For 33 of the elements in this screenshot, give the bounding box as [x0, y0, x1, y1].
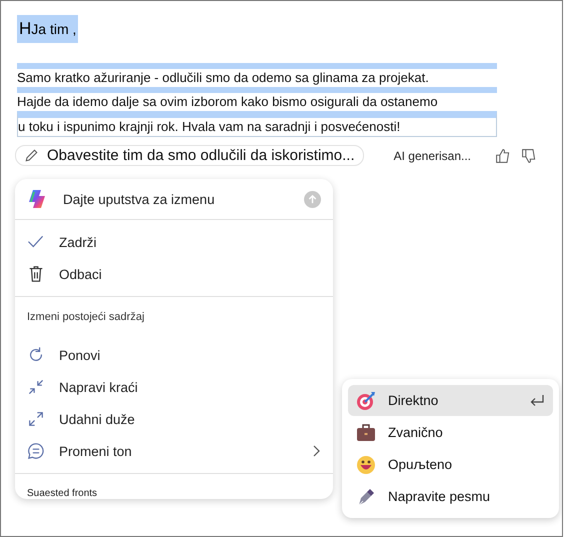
- tone-option[interactable]: Napravite pesmu: [348, 481, 553, 512]
- menu-item[interactable]: Odbaci: [15, 258, 333, 290]
- tone-option[interactable]: Opuљteno: [348, 449, 553, 480]
- prompt-chip[interactable]: Obavestite tim da smo odlučili da iskoristimo...: [15, 145, 364, 166]
- menu-item[interactable]: Napravi kraći: [15, 371, 333, 403]
- paragraph-line: Hajde da idemo dalje sa ovim izborom kako bismo osigurali da ostanemo: [17, 87, 497, 111]
- tone-option[interactable]: Zvanično: [348, 417, 553, 448]
- instruction-input[interactable]: Dajte uputstva za izmenu: [61, 190, 290, 208]
- pen-icon: [356, 486, 376, 506]
- menu-item[interactable]: Udahni duže: [15, 403, 333, 435]
- thumbs-down-icon[interactable]: [521, 148, 538, 164]
- paragraph-line: Samo kratko ažuriranje - odlučili smo da odemo sa glinama za projekat.: [17, 63, 497, 87]
- pencil-icon: [24, 148, 39, 163]
- menu-item[interactable]: Promeni ton: [15, 435, 333, 467]
- target-icon: [356, 390, 376, 410]
- arrow-up-icon: [307, 194, 318, 204]
- enter-key-icon: [529, 394, 545, 408]
- menu-item[interactable]: Zadrži: [15, 226, 333, 258]
- section-heading: Suaested fronts: [26, 487, 98, 499]
- smiley-icon: [356, 454, 376, 474]
- copilot-logo-icon: [27, 189, 47, 209]
- chat-icon: [27, 442, 45, 460]
- ai-generated-label: AI generisan...: [394, 148, 472, 162]
- refresh-icon: [27, 346, 45, 364]
- thumbs-up-icon[interactable]: [495, 148, 512, 164]
- menu-item[interactable]: Ponovi: [15, 339, 333, 371]
- briefcase-icon: [356, 422, 376, 442]
- tone-option[interactable]: Direktno: [348, 385, 553, 416]
- expand-icon: [27, 410, 45, 428]
- shrink-icon: [27, 378, 45, 396]
- greeting-text: HJa tim ,: [17, 15, 78, 43]
- trash-icon: [27, 265, 45, 283]
- section-heading: Izmeni postojeći sadržaj: [26, 310, 146, 325]
